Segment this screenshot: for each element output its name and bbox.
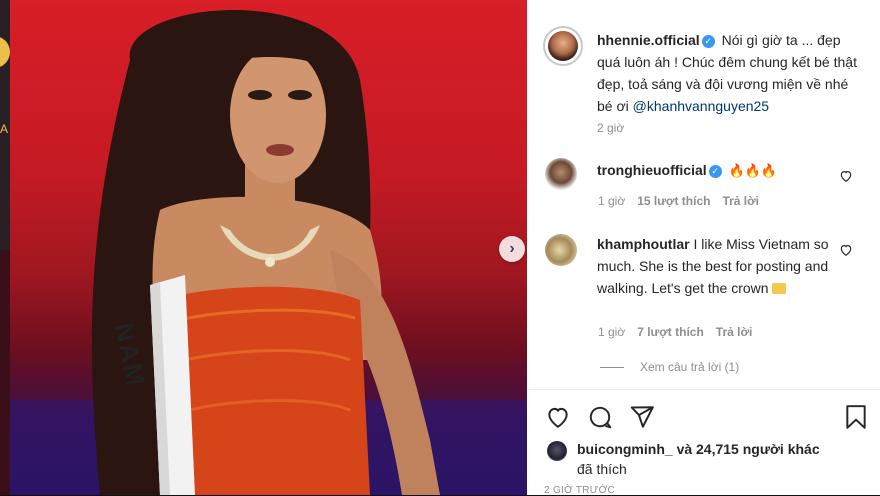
caption-mention[interactable]: @khanhvannguyen25 bbox=[633, 98, 769, 114]
likes-suffix: đã thích bbox=[577, 461, 627, 477]
comment-icon[interactable] bbox=[587, 404, 613, 430]
comment: tronghieuofficial ✓ 🔥🔥🔥 bbox=[597, 159, 832, 182]
photo-illustration bbox=[10, 10, 527, 495]
post-caption: hhennie.official ✓ Nói gì giờ ta ... đẹp … bbox=[597, 29, 867, 117]
reply-button[interactable]: Trả lời bbox=[722, 194, 759, 208]
post-photo[interactable]: NAM › bbox=[10, 0, 527, 495]
comment-likes[interactable]: 7 lượt thích bbox=[637, 325, 704, 339]
comment-heart-icon[interactable] bbox=[839, 169, 853, 183]
liker-username[interactable]: buicongminh_ bbox=[577, 441, 673, 457]
page-backdrop: A bbox=[0, 0, 10, 495]
heart-icon[interactable] bbox=[545, 404, 571, 430]
post-panel: hhennie.official ✓ Nói gì giờ ta ... đẹp … bbox=[527, 0, 880, 496]
likes-summary: buicongminh_ và 24,715 người khác đã thí… bbox=[577, 439, 867, 479]
view-replies-button[interactable]: Xem câu trả lời (1) bbox=[600, 360, 739, 374]
comment-meta: 1 giờ 7 lượt thích Trả lời bbox=[598, 325, 764, 339]
post-timestamp: 2 GIỜ TRƯỚC bbox=[544, 485, 616, 496]
verified-icon: ✓ bbox=[701, 35, 715, 48]
commenter-username[interactable]: khamphoutlar bbox=[597, 236, 690, 252]
comment-time: 1 giờ bbox=[598, 325, 626, 339]
post-age: 2 giờ bbox=[597, 121, 625, 135]
comment: khamphoutlar I like Miss Vietnam so much… bbox=[597, 233, 832, 299]
comment-heart-icon[interactable] bbox=[839, 243, 853, 257]
comment-time: 1 giờ bbox=[598, 194, 626, 208]
backdrop-image bbox=[0, 250, 10, 495]
reply-button[interactable]: Trả lời bbox=[716, 325, 753, 339]
verified-icon: ✓ bbox=[708, 165, 722, 178]
bookmark-icon[interactable] bbox=[843, 403, 869, 431]
likes-others[interactable]: và 24,715 người khác bbox=[677, 441, 820, 457]
commenter-avatar[interactable] bbox=[545, 158, 577, 190]
divider bbox=[527, 389, 880, 390]
backdrop-avatar bbox=[0, 36, 10, 68]
author-avatar[interactable] bbox=[543, 26, 583, 66]
commenter-avatar[interactable] bbox=[545, 234, 577, 266]
comment-meta: 1 giờ 15 lượt thích Trả lời bbox=[598, 194, 771, 208]
backdrop-text: A bbox=[0, 122, 9, 136]
next-photo-button[interactable]: › bbox=[499, 236, 525, 262]
author-username[interactable]: hhennie.official bbox=[597, 32, 700, 48]
commenter-username[interactable]: tronghieuofficial bbox=[597, 162, 707, 178]
share-icon[interactable] bbox=[629, 404, 655, 430]
crown-emoji-icon bbox=[772, 283, 787, 294]
comment-text: 🔥🔥🔥 bbox=[728, 163, 778, 178]
chevron-right-icon: › bbox=[509, 240, 515, 257]
comment-likes[interactable]: 15 lượt thích bbox=[637, 194, 710, 208]
liker-avatar[interactable] bbox=[547, 441, 567, 461]
